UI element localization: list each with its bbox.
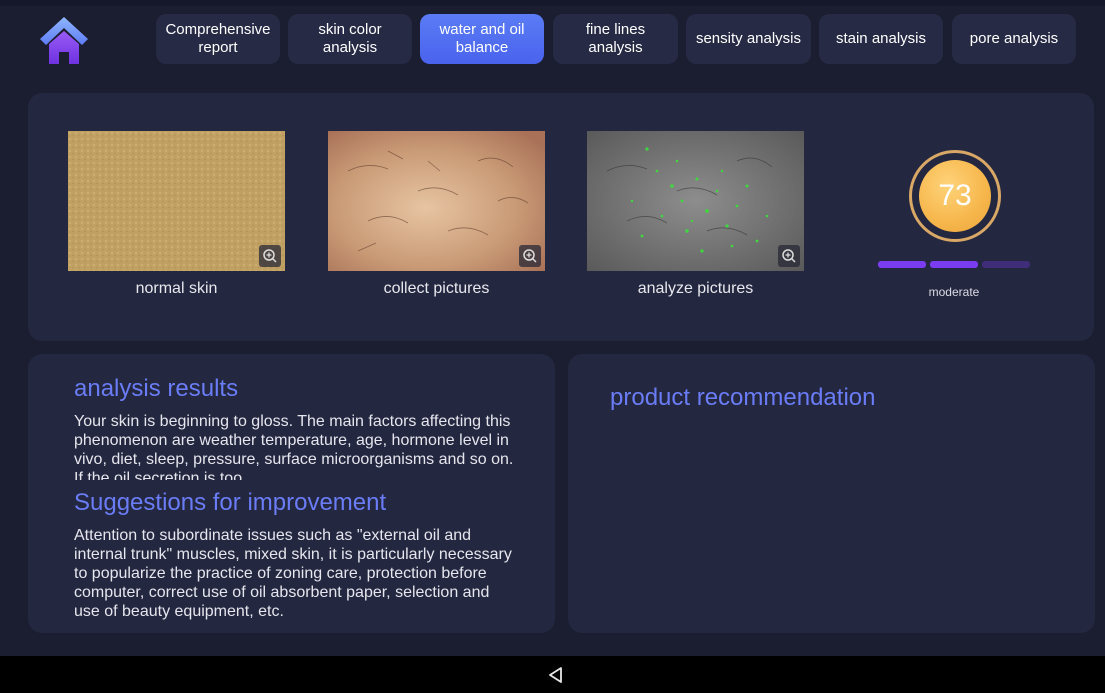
collected-skin-photo [328, 131, 545, 271]
collect-pictures-caption: collect pictures [383, 280, 490, 297]
product-recommendation-title: product recommendation [610, 384, 876, 411]
status-bar [0, 0, 1105, 6]
suggestions-text: Attention to subordinate issues such as … [74, 527, 512, 620]
tab-label: skin color analysis [318, 21, 382, 56]
tab-label: fine lines analysis [585, 21, 646, 56]
tab-comprehensive-report[interactable]: Comprehensive report [156, 14, 280, 64]
level-segment-2 [930, 261, 978, 268]
tab-water-oil-balance[interactable]: water and oil balance [420, 14, 544, 64]
normal-skin-photo [68, 131, 285, 271]
tab-label: stain analysis [835, 30, 927, 47]
level-segment-1 [878, 261, 926, 268]
collect-pictures-image[interactable] [328, 131, 545, 271]
tab-stain-analysis[interactable]: stain analysis [819, 14, 943, 64]
tab-label: pore analysis [969, 30, 1059, 47]
analysis-results-title: analysis results [74, 375, 239, 402]
back-triangle-icon [549, 667, 562, 683]
normal-skin-caption: normal skin [135, 280, 218, 297]
zoom-in-icon [523, 249, 537, 263]
normal-skin-image[interactable] [68, 131, 285, 271]
tab-label: sensity analysis [695, 30, 802, 47]
level-label: moderate [928, 285, 980, 299]
tab-pore-analysis[interactable]: pore analysis [952, 14, 1076, 64]
analyze-pictures-caption: analyze pictures [637, 280, 754, 297]
zoom-in-icon [782, 249, 796, 263]
zoom-button[interactable] [519, 245, 541, 267]
level-segment-3 [982, 261, 1030, 268]
back-button[interactable] [546, 665, 566, 685]
tab-fine-lines-analysis[interactable]: fine lines analysis [553, 14, 678, 64]
score-value: 73 [919, 160, 991, 232]
analyze-pictures-image[interactable] [587, 131, 804, 271]
tab-label: water and oil balance [439, 21, 525, 56]
home-button[interactable] [36, 12, 92, 68]
analyzed-skin-photo [587, 131, 804, 271]
tab-label: Comprehensive report [165, 21, 271, 56]
zoom-in-icon [263, 249, 277, 263]
suggestions-title: Suggestions for improvement [74, 489, 387, 516]
navigation-bar [0, 656, 1105, 693]
tab-skin-color-analysis[interactable]: skin color analysis [288, 14, 412, 64]
tab-sensity-analysis[interactable]: sensity analysis [686, 14, 811, 64]
analysis-results-text: Your skin is beginning to gloss. The mai… [74, 413, 514, 480]
zoom-button[interactable] [778, 245, 800, 267]
home-icon [40, 17, 88, 64]
score-gauge: 73 [909, 150, 1001, 242]
zoom-button[interactable] [259, 245, 281, 267]
